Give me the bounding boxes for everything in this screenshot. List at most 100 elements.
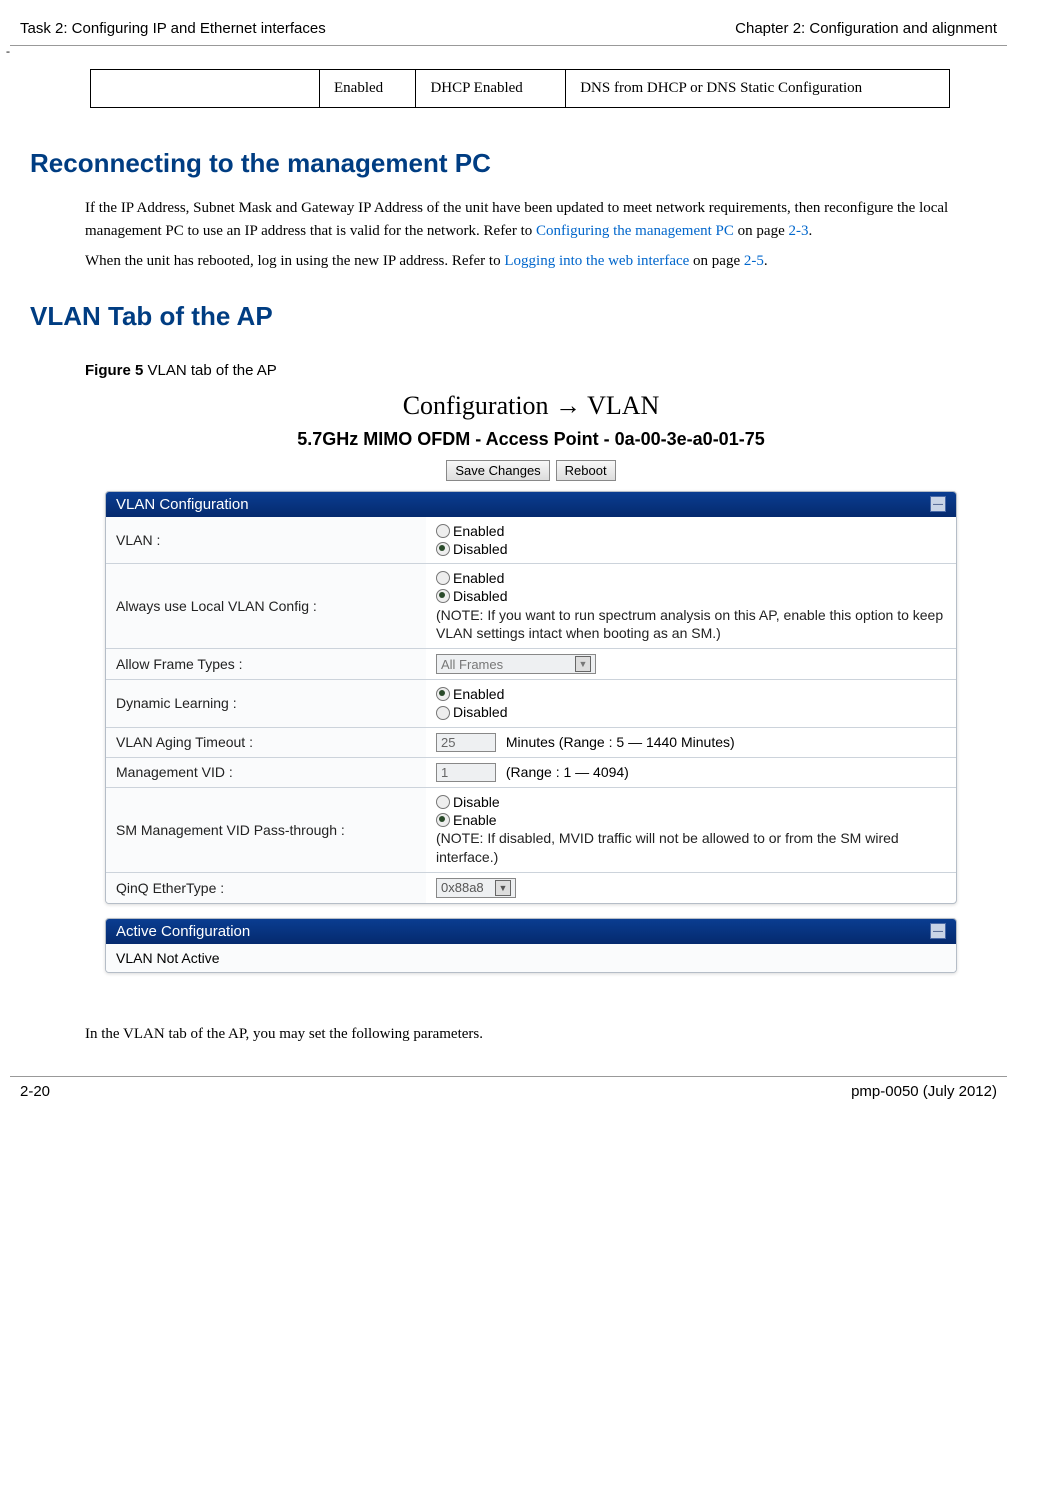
suffix-mvid: (Range : 1 — 4094) — [506, 764, 629, 780]
figure-caption: Figure 5 VLAN tab of the AP — [85, 362, 977, 379]
radio-icon — [436, 589, 450, 603]
link-config-pc[interactable]: Configuring the management PC — [536, 223, 734, 239]
row-dynamic-learning: Dynamic Learning : Enabled Disabled — [106, 680, 956, 727]
page-header: Task 2: Configuring IP and Ethernet inte… — [0, 20, 1017, 45]
panel-title: Active Configuration — [116, 923, 250, 940]
radio-label: Disabled — [453, 587, 507, 605]
config-table: VLAN : Enabled Disabled Always use Local… — [106, 517, 956, 903]
radio-label: Enabled — [453, 569, 504, 587]
vlan-config-panel: VLAN Configuration — VLAN : Enabled Disa… — [105, 491, 957, 904]
value-management-vid: 1 (Range : 1 — 4094) — [426, 757, 956, 787]
table-cell-dhcp: DHCP Enabled — [416, 70, 566, 108]
radio-icon — [436, 542, 450, 556]
radio-smvid-disable[interactable]: Disable — [436, 793, 946, 811]
text-run: on page — [689, 253, 744, 269]
table-cell-empty — [91, 70, 320, 108]
text-run: When the unit has rebooted, log in using… — [85, 253, 504, 269]
radio-label: Enable — [453, 811, 497, 829]
section-heading-reconnect: Reconnecting to the management PC — [30, 148, 977, 179]
collapse-icon[interactable]: — — [930, 496, 946, 512]
page-footer: 2-20 pmp-0050 (July 2012) — [0, 1083, 1017, 1100]
save-changes-button[interactable]: Save Changes — [446, 460, 549, 481]
section-heading-vlan: VLAN Tab of the AP — [30, 301, 977, 332]
row-sm-mvid-passthrough: SM Management VID Pass-through : Disable… — [106, 787, 956, 872]
radio-icon — [436, 813, 450, 827]
value-allow-frame-types: All Frames ▼ — [426, 649, 956, 680]
dropdown-allow-frame-types[interactable]: All Frames ▼ — [436, 654, 596, 674]
radio-dyn-disabled[interactable]: Disabled — [436, 703, 946, 721]
radio-smvid-enable[interactable]: Enable — [436, 811, 946, 829]
label-always-local-cfg: Always use Local VLAN Config : — [106, 564, 426, 649]
header-right: Chapter 2: Configuration and alignment — [735, 20, 997, 37]
chevron-down-icon: ▼ — [575, 656, 591, 672]
header-left: Task 2: Configuring IP and Ethernet inte… — [20, 20, 326, 37]
row-vlan: VLAN : Enabled Disabled — [106, 517, 956, 564]
label-management-vid: Management VID : — [106, 757, 426, 787]
radio-label: Enabled — [453, 685, 504, 703]
footer-page-num: 2-20 — [20, 1083, 50, 1100]
row-aging-timeout: VLAN Aging Timeout : 25 Minutes (Range :… — [106, 727, 956, 757]
value-sm-mvid-passthrough: Disable Enable (NOTE: If disabled, MVID … — [426, 787, 956, 872]
radio-label: Disabled — [453, 703, 507, 721]
note-alwcfg: (NOTE: If you want to run spectrum analy… — [436, 606, 946, 644]
paragraph: If the IP Address, Subnet Mask and Gatew… — [85, 197, 977, 244]
radio-vlan-enabled[interactable]: Enabled — [436, 522, 946, 540]
dash-mark: - — [0, 44, 1017, 59]
input-aging-timeout[interactable]: 25 — [436, 733, 496, 752]
active-config-text: VLAN Not Active — [106, 944, 956, 972]
radio-icon — [436, 571, 450, 585]
note-smvid: (NOTE: If disabled, MVID traffic will no… — [436, 829, 946, 867]
radio-alwcfg-enabled[interactable]: Enabled — [436, 569, 946, 587]
label-qinq-ethertype: QinQ EtherType : — [106, 872, 426, 903]
radio-label: Enabled — [453, 522, 504, 540]
link-page-2-5[interactable]: 2-5 — [744, 253, 764, 269]
chevron-down-icon: ▼ — [495, 880, 511, 896]
label-dynamic-learning: Dynamic Learning : — [106, 680, 426, 727]
radio-icon — [436, 687, 450, 701]
collapse-icon[interactable]: — — [930, 923, 946, 939]
figure-caption-text: VLAN tab of the AP — [143, 362, 276, 379]
link-login-web[interactable]: Logging into the web interface — [504, 253, 689, 269]
figure-label: Figure 5 — [85, 362, 143, 379]
panel-title: VLAN Configuration — [116, 496, 249, 513]
panel-header: Active Configuration — — [106, 919, 956, 944]
dropdown-value: All Frames — [441, 657, 503, 672]
label-vlan: VLAN : — [106, 517, 426, 564]
vlan-config-ui: Configuration → VLAN 5.7GHz MIMO OFDM - … — [85, 391, 977, 973]
value-dynamic-learning: Enabled Disabled — [426, 680, 956, 727]
ui-device-subtitle: 5.7GHz MIMO OFDM - Access Point - 0a-00-… — [85, 429, 977, 450]
dhcp-dns-table: Enabled DHCP Enabled DNS from DHCP or DN… — [90, 69, 950, 108]
active-config-panel: Active Configuration — VLAN Not Active — [105, 918, 957, 973]
label-allow-frame-types: Allow Frame Types : — [106, 649, 426, 680]
text-run: . — [764, 253, 768, 269]
table-row: Enabled DHCP Enabled DNS from DHCP or DN… — [91, 70, 950, 108]
radio-icon — [436, 524, 450, 538]
radio-alwcfg-disabled[interactable]: Disabled — [436, 587, 946, 605]
label-sm-mvid-passthrough: SM Management VID Pass-through : — [106, 787, 426, 872]
row-always-local-cfg: Always use Local VLAN Config : Enabled D… — [106, 564, 956, 649]
reboot-button[interactable]: Reboot — [556, 460, 616, 481]
radio-icon — [436, 795, 450, 809]
table-cell-enabled: Enabled — [320, 70, 416, 108]
radio-label: Disabled — [453, 540, 507, 558]
row-qinq-ethertype: QinQ EtherType : 0x88a8▼ — [106, 872, 956, 903]
radio-dyn-enabled[interactable]: Enabled — [436, 685, 946, 703]
footer-rule — [10, 1076, 1007, 1077]
link-page-2-3[interactable]: 2-3 — [788, 223, 808, 239]
label-aging-timeout: VLAN Aging Timeout : — [106, 727, 426, 757]
text-run: . — [808, 223, 812, 239]
input-management-vid[interactable]: 1 — [436, 763, 496, 782]
radio-vlan-disabled[interactable]: Disabled — [436, 540, 946, 558]
row-allow-frame-types: Allow Frame Types : All Frames ▼ — [106, 649, 956, 680]
paragraph: When the unit has rebooted, log in using… — [85, 250, 977, 273]
footer-doc-id: pmp-0050 (July 2012) — [851, 1083, 997, 1100]
radio-icon — [436, 706, 450, 720]
closing-paragraph: In the VLAN tab of the AP, you may set t… — [85, 1023, 977, 1046]
panel-header: VLAN Configuration — — [106, 492, 956, 517]
text-run: If the IP Address, Subnet Mask and Gatew… — [85, 200, 948, 239]
value-vlan: Enabled Disabled — [426, 517, 956, 564]
value-always-local-cfg: Enabled Disabled (NOTE: If you want to r… — [426, 564, 956, 649]
value-aging-timeout: 25 Minutes (Range : 5 — 1440 Minutes) — [426, 727, 956, 757]
dropdown-qinq-ethertype[interactable]: 0x88a8▼ — [436, 878, 516, 898]
radio-label: Disable — [453, 793, 500, 811]
